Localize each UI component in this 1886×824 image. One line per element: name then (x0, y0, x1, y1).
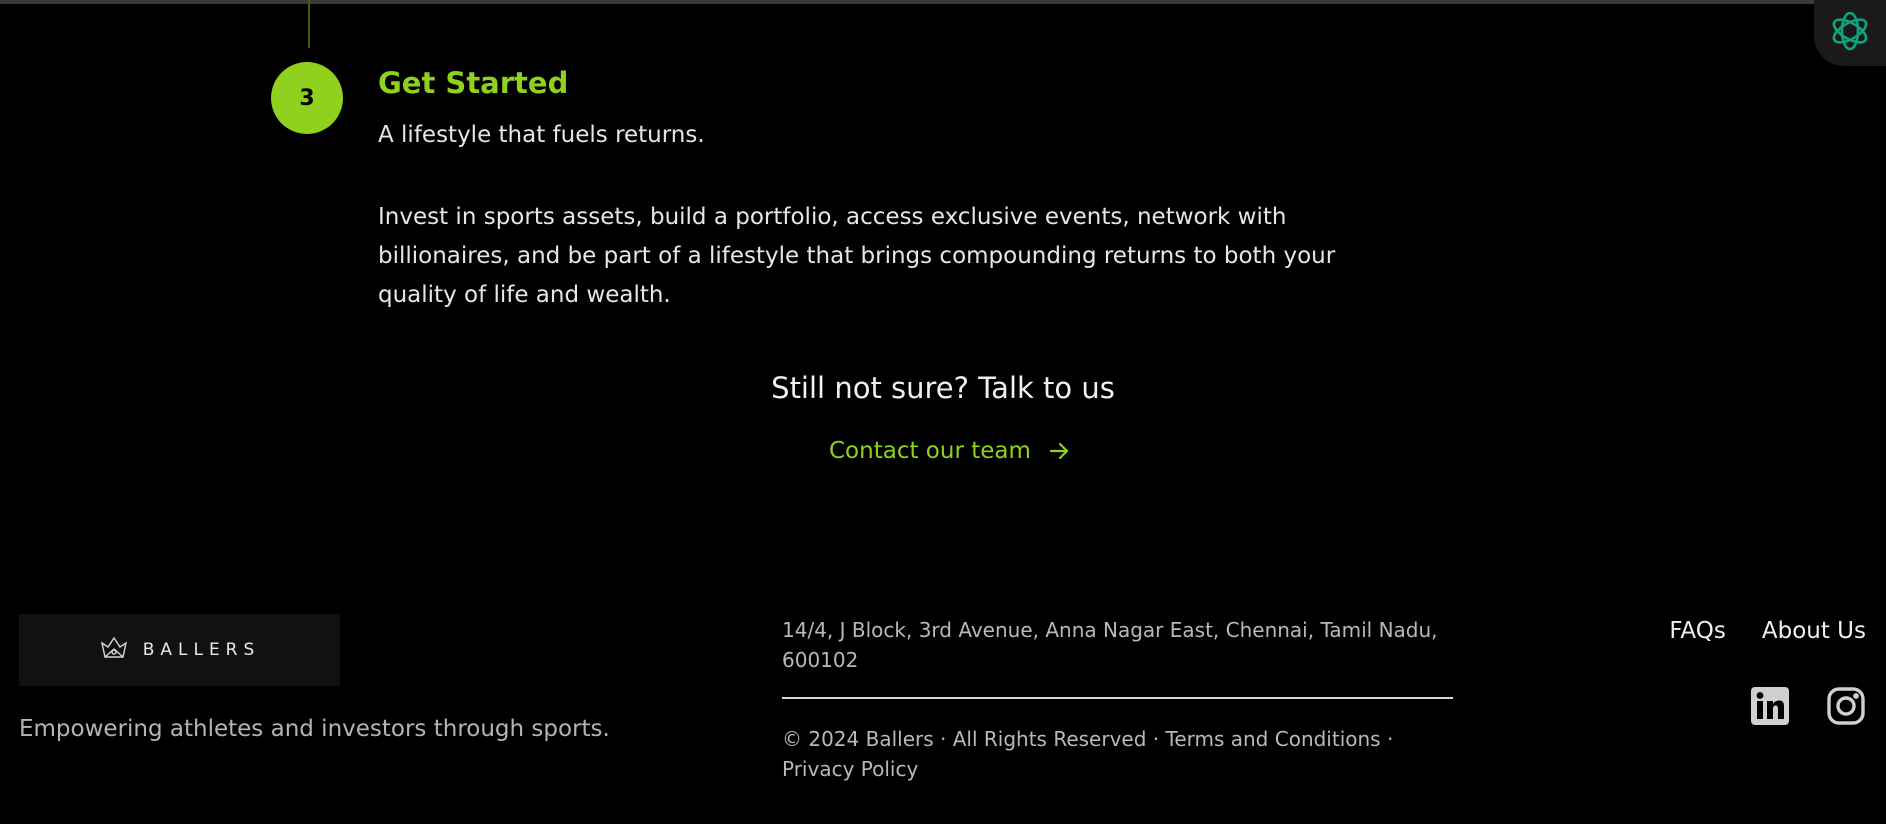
assistant-button[interactable] (1814, 0, 1886, 66)
footer-tagline: Empowering athletes and investors throug… (19, 716, 610, 742)
crown-logo-icon (99, 635, 129, 665)
legal-separator: · (1380, 727, 1394, 751)
brand-name: BALLERS (142, 640, 261, 660)
brand-logo[interactable]: BALLERS (19, 614, 340, 686)
instagram-icon[interactable] (1826, 686, 1866, 726)
step-number: 3 (299, 85, 315, 111)
timeline-connector (308, 0, 310, 48)
legal-separator: · (933, 727, 953, 751)
step-subtitle: A lifestyle that fuels returns. (378, 122, 705, 148)
step-description: Invest in sports assets, build a portfol… (378, 204, 1336, 308)
copyright-text: © 2024 Ballers (782, 727, 934, 751)
privacy-policy-link[interactable]: Privacy Policy (782, 757, 918, 781)
linkedin-icon[interactable] (1750, 686, 1790, 726)
step-title: Get Started (378, 66, 569, 100)
footer-legal: © 2024 Ballers · All Rights Reserved · T… (782, 724, 1462, 784)
footer-address: 14/4, J Block, 3rd Avenue, Anna Nagar Ea… (782, 618, 1438, 672)
contact-team-label: Contact our team (829, 438, 1031, 464)
cta-heading: Still not sure? Talk to us (771, 371, 1115, 405)
page: 3 Get Started A lifestyle that fuels ret… (0, 0, 1886, 824)
contact-team-link[interactable]: Contact our team (829, 438, 1071, 464)
footer-divider (782, 697, 1453, 699)
chatgpt-icon (1827, 8, 1873, 58)
top-border (0, 0, 1886, 4)
rights-text: All Rights Reserved (952, 727, 1147, 751)
legal-separator: · (1146, 727, 1166, 751)
about-us-link[interactable]: About Us (1762, 618, 1866, 644)
footer-nav: FAQs About Us (1669, 618, 1866, 644)
faqs-link[interactable]: FAQs (1669, 618, 1726, 644)
terms-link[interactable]: Terms and Conditions (1166, 727, 1381, 751)
social-links (1750, 686, 1866, 726)
arrow-right-icon (1047, 439, 1071, 463)
step-number-badge: 3 (271, 62, 343, 134)
